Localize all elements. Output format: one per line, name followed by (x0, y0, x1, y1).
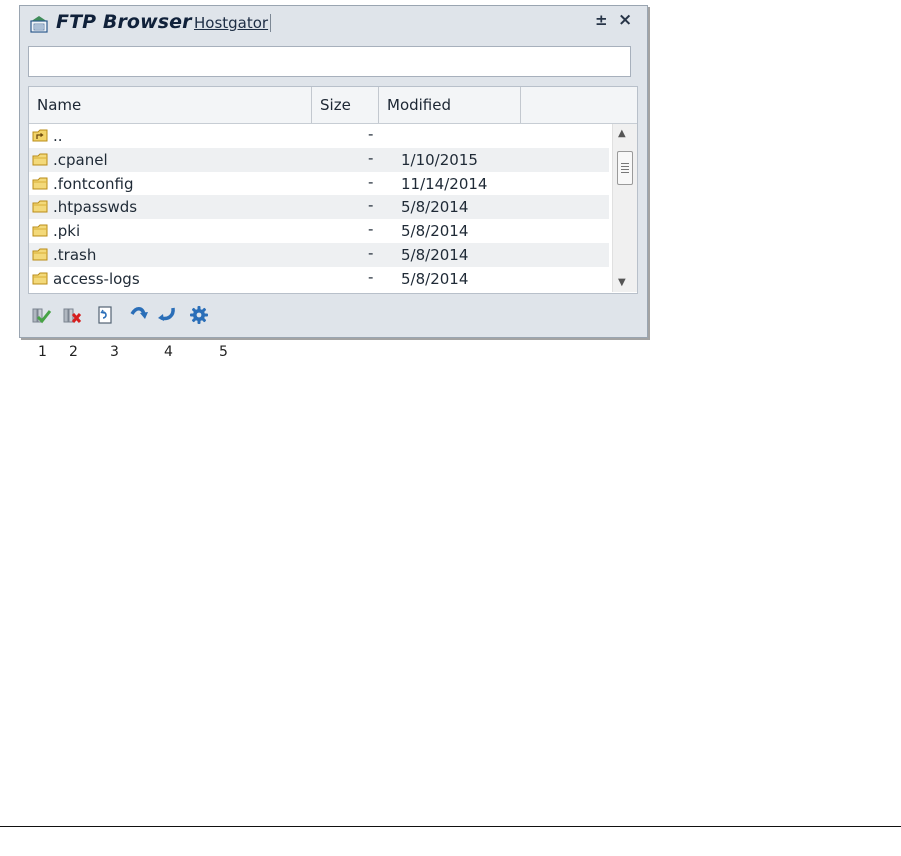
file-name: .trash (53, 245, 97, 264)
download-button[interactable] (156, 304, 178, 326)
gear-icon (190, 306, 208, 324)
vertical-scrollbar[interactable]: ▲ ▼ (612, 124, 637, 292)
list-item[interactable]: .htpasswds - 5/8/2014 (29, 195, 609, 220)
file-name: .pki (53, 222, 81, 241)
folder-icon (32, 177, 48, 190)
label-2: 2 (69, 344, 78, 360)
file-size: - (368, 196, 374, 215)
deselect-all-button[interactable] (61, 304, 83, 326)
site-name-link[interactable]: Hostgator (194, 14, 272, 32)
column-modified[interactable]: Modified (379, 87, 521, 123)
column-name[interactable]: Name (29, 87, 312, 123)
grip-line (621, 172, 629, 173)
label-4: 4 (164, 344, 173, 360)
list-header: Name Size Modified (29, 87, 637, 124)
file-name: .. (53, 127, 63, 145)
column-extra[interactable] (521, 87, 637, 123)
label-1: 1 (38, 344, 47, 360)
folder-icon (32, 153, 48, 166)
file-size: - (368, 220, 374, 239)
column-size[interactable]: Size (312, 87, 379, 123)
close-button[interactable]: × (618, 10, 632, 30)
file-modified: 5/8/2014 (401, 222, 469, 241)
upload-button[interactable] (128, 304, 150, 326)
list-item[interactable]: .cpanel - 1/10/2015 (29, 147, 609, 172)
grip-line (621, 163, 629, 164)
select-all-button[interactable] (30, 304, 52, 326)
grip-line (621, 166, 629, 167)
scroll-down-icon[interactable]: ▼ (618, 277, 626, 288)
file-name: .htpasswds (53, 198, 138, 217)
list-item[interactable]: .. - (29, 124, 609, 148)
file-list[interactable]: Name Size Modified .. - .cpanel - 1/10/2… (28, 86, 638, 294)
file-size: - (368, 172, 374, 191)
file-modified: 5/8/2014 (401, 245, 469, 264)
file-size: - (368, 125, 374, 143)
scroll-thumb[interactable] (617, 151, 633, 185)
folder-icon (32, 248, 48, 261)
file-name: .fontconfig (53, 174, 134, 193)
file-size: - (368, 267, 374, 286)
ftp-browser-window: FTP Browser Hostgator ± × Name Size Modi… (19, 5, 648, 338)
list-item[interactable]: .pki - 5/8/2014 (29, 219, 609, 243)
ftp-browser-icon (30, 16, 48, 33)
folder-icon (32, 200, 48, 213)
curved-arrow-down-icon (158, 307, 175, 321)
folder-icon (32, 224, 48, 237)
app-title: FTP Browser (56, 11, 192, 33)
select-all-icon (32, 308, 52, 324)
label-5: 5 (219, 344, 228, 360)
list-item[interactable]: .trash - 5/8/2014 (29, 242, 609, 267)
file-rows: .. - .cpanel - 1/10/2015 .fontconfig - 1… (29, 124, 609, 291)
list-item[interactable]: access-logs - 5/8/2014 (29, 267, 609, 291)
file-name: access-logs (53, 269, 140, 288)
refresh-button[interactable] (94, 304, 116, 326)
file-modified: 1/10/2015 (401, 150, 478, 169)
file-size: - (368, 243, 374, 262)
title-bar: FTP Browser Hostgator ± × (20, 6, 647, 40)
curved-arrow-up-icon (130, 307, 148, 319)
bottom-divider (0, 826, 901, 827)
file-size: - (368, 148, 374, 167)
refresh-icon (98, 306, 112, 324)
path-input[interactable] (28, 46, 631, 77)
file-name: .cpanel (53, 150, 108, 169)
toolbar (28, 300, 248, 330)
grip-line (621, 169, 629, 170)
pin-button[interactable]: ± (595, 11, 608, 29)
file-modified: 11/14/2014 (401, 174, 488, 193)
parent-folder-icon (32, 129, 48, 142)
label-3: 3 (110, 344, 119, 360)
deselect-all-icon (63, 308, 82, 323)
settings-button[interactable] (188, 304, 210, 326)
scroll-up-icon[interactable]: ▲ (618, 128, 626, 139)
folder-icon (32, 272, 48, 285)
file-modified: 5/8/2014 (401, 198, 469, 217)
list-item[interactable]: .fontconfig - 11/14/2014 (29, 172, 609, 196)
file-modified: 5/8/2014 (401, 269, 469, 288)
